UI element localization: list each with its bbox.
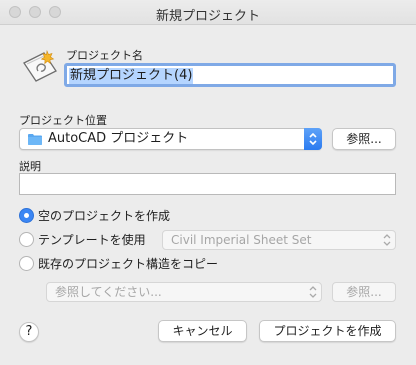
window-title: 新規プロジェクト — [155, 9, 260, 24]
location-stepper — [304, 128, 322, 150]
project-name-value: 新規プロジェクト(4) — [69, 68, 194, 84]
new-project-dialog: 新規プロジェクト プロジェクト名 新規プロジェクト(4) プロジェクト位置 Au… — [0, 0, 416, 365]
template-select[interactable]: Civil Imperial Sheet Set — [162, 230, 396, 250]
project-location-label: プロジェクト位置 — [19, 114, 107, 127]
project-name-label: プロジェクト名 — [66, 49, 143, 62]
cancel-button[interactable]: キャンセル — [158, 320, 247, 342]
copy-structure-radio[interactable] — [19, 256, 34, 271]
blank-project-radio[interactable] — [19, 208, 34, 223]
help-button[interactable]: ? — [19, 322, 39, 342]
create-project-button[interactable]: プロジェクトを作成 — [259, 320, 396, 342]
description-label: 説明 — [19, 160, 41, 173]
chevron-updown-icon — [309, 132, 317, 146]
template-select-value: Civil Imperial Sheet Set — [171, 233, 312, 247]
chevron-updown-icon — [309, 286, 317, 298]
copy-source-select[interactable]: 参照してください... — [46, 282, 322, 302]
project-location-select[interactable]: AutoCAD プロジェクト — [19, 128, 322, 150]
copy-source-placeholder: 参照してください... — [55, 285, 162, 299]
project-location-value: AutoCAD プロジェクト — [48, 131, 189, 146]
folder-icon — [28, 134, 42, 145]
description-field[interactable] — [19, 173, 396, 195]
copy-source-browse-button[interactable]: 参照... — [332, 282, 396, 302]
location-browse-button[interactable]: 参照... — [332, 128, 396, 150]
blank-project-label: 空のプロジェクトを作成 — [38, 209, 171, 223]
copy-structure-label: 既存のプロジェクト構造をコピー — [38, 257, 219, 271]
title-bar: 新規プロジェクト — [0, 0, 416, 25]
project-sheet-icon — [23, 49, 57, 82]
chevron-updown-icon — [383, 234, 391, 246]
project-name-field[interactable]: 新規プロジェクト(4) — [64, 63, 396, 87]
template-label: テンプレートを使用 — [38, 233, 146, 247]
template-radio[interactable] — [19, 232, 34, 247]
